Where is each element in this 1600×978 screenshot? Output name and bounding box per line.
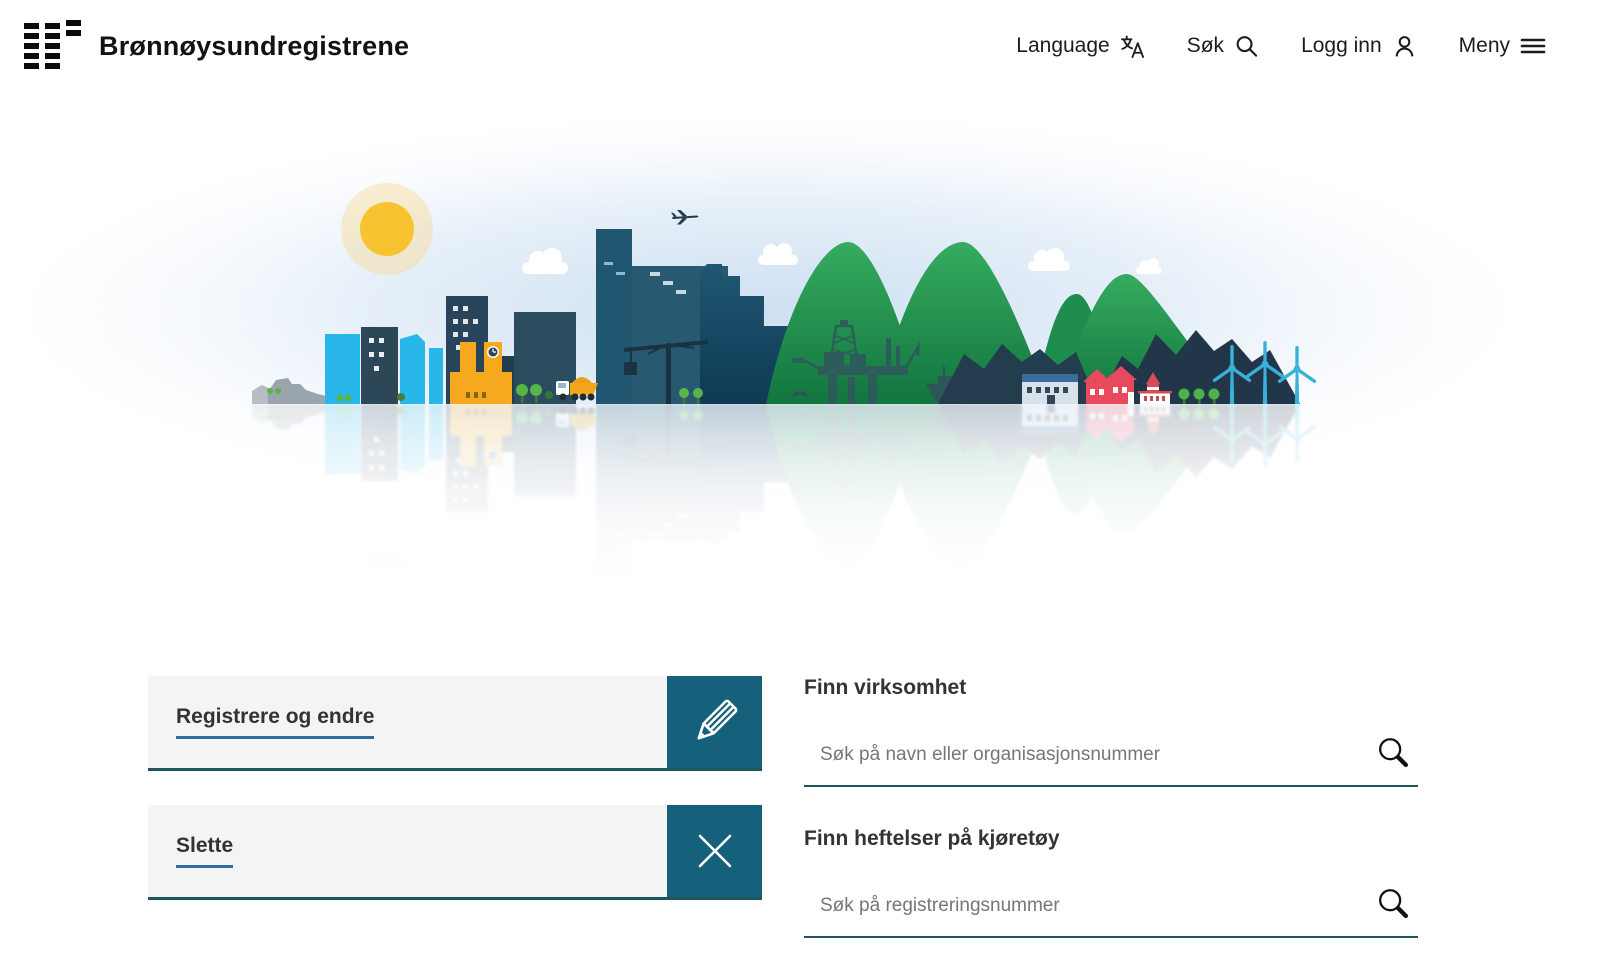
- search-column: Finn virksomhet Finn heftelser på kjøret…: [804, 676, 1418, 978]
- warehouse: [1022, 374, 1078, 404]
- brand-name: Brønnøysundregistrene: [99, 31, 409, 62]
- find-business-title: Finn virksomhet: [804, 676, 1418, 700]
- cityscape-illustration: [0, 404, 1600, 604]
- user-icon: [1392, 34, 1417, 59]
- delete-label: Slette: [176, 834, 233, 868]
- sun: [341, 183, 433, 275]
- search-icon: [1374, 885, 1412, 926]
- search-icon: [1234, 34, 1259, 59]
- nav-menu[interactable]: Meny: [1459, 34, 1546, 58]
- nav-language-label: Language: [1016, 34, 1109, 58]
- warehouse: [1022, 404, 1078, 434]
- register-change-card[interactable]: Registrere og endre: [148, 676, 762, 771]
- find-liens-search-row: [804, 875, 1418, 938]
- airplane: [671, 584, 699, 599]
- nav-login-label: Logg inn: [1301, 34, 1382, 58]
- hero-scene: [0, 92, 1600, 404]
- vehicle-search-button[interactable]: [1374, 885, 1412, 926]
- hero-illustration: [0, 92, 1600, 640]
- pencil-icon: [667, 676, 762, 768]
- hero-reflection: [0, 404, 1600, 604]
- find-business-block: Finn virksomhet: [804, 676, 1418, 787]
- quick-access-section: Registrere og endre Slette: [0, 640, 1600, 978]
- brand[interactable]: Brønnøysundregistrene: [24, 23, 409, 69]
- water-reflection: [0, 404, 1600, 604]
- airplane: [671, 210, 699, 225]
- business-search-input[interactable]: [818, 743, 1374, 767]
- register-change-label: Registrere og endre: [176, 705, 374, 739]
- brreg-logo-icon: [24, 23, 81, 69]
- top-nav: Language Søk Logg inn: [1016, 34, 1546, 59]
- vehicle-search-input[interactable]: [818, 894, 1374, 918]
- nav-search[interactable]: Søk: [1187, 34, 1259, 59]
- find-liens-title: Finn heftelser på kjøretøy: [804, 827, 1418, 851]
- delete-card[interactable]: Slette: [148, 805, 762, 900]
- nav-menu-label: Meny: [1459, 34, 1510, 58]
- find-business-search-row: [804, 724, 1418, 787]
- find-liens-block: Finn heftelser på kjøretøy: [804, 827, 1418, 938]
- nav-search-label: Søk: [1187, 34, 1224, 58]
- sun: [341, 533, 433, 604]
- menu-icon: [1520, 35, 1546, 57]
- action-cards: Registrere og endre Slette: [148, 676, 762, 978]
- business-search-button[interactable]: [1374, 734, 1412, 775]
- nav-login[interactable]: Logg inn: [1301, 34, 1417, 59]
- translate-icon: [1120, 34, 1145, 59]
- site-header: Brønnøysundregistrene Language Søk: [0, 0, 1600, 92]
- cross-icon: [667, 805, 762, 897]
- trees-right: [1179, 404, 1220, 420]
- search-icon: [1374, 734, 1412, 775]
- nav-language[interactable]: Language: [1016, 34, 1144, 59]
- trees-right: [1179, 389, 1220, 405]
- cityscape-illustration: [0, 92, 1600, 404]
